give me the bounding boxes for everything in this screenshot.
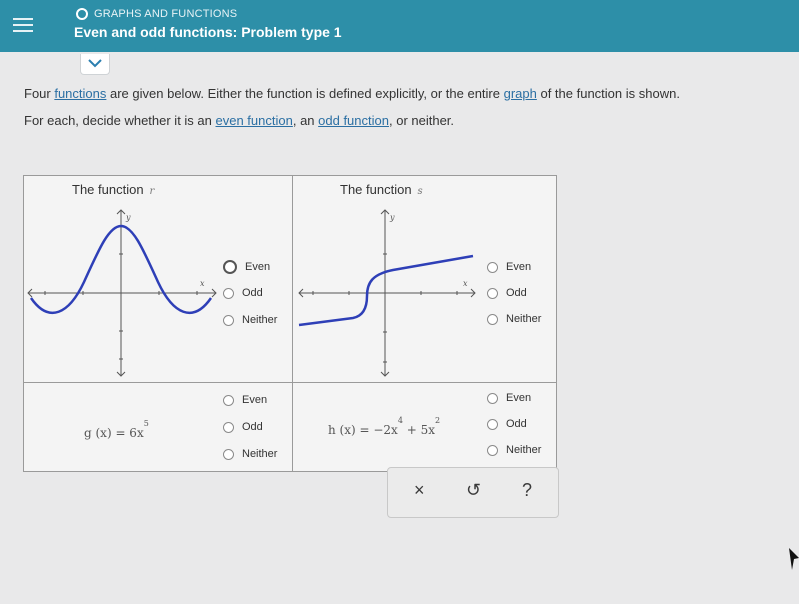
option-r-neither[interactable]: Neither — [223, 314, 277, 326]
formula-g: g (x) = 6x5 — [84, 419, 149, 440]
cell-function-g: g (x) = 6x5 Even Odd Neither — [24, 383, 293, 471]
link-graph[interactable]: graph — [504, 86, 537, 101]
expand-toggle[interactable] — [80, 54, 110, 75]
radio-button[interactable] — [223, 448, 234, 460]
link-odd-function[interactable]: odd function — [318, 113, 389, 128]
svg-text:y: y — [389, 213, 395, 222]
cell-function-r: The function r y x Even Odd Neither — [24, 176, 293, 383]
option-s-odd[interactable]: Odd — [487, 287, 527, 299]
radio-button[interactable] — [223, 421, 234, 433]
radio-button[interactable] — [487, 287, 498, 299]
option-r-even[interactable]: Even — [223, 260, 270, 274]
option-r-odd[interactable]: Odd — [223, 287, 263, 299]
option-g-even[interactable]: Even — [223, 394, 267, 406]
link-functions[interactable]: functions — [54, 86, 106, 101]
close-icon[interactable]: × — [414, 480, 425, 501]
header-bar: GRAPHS AND FUNCTIONS Even and odd functi… — [0, 0, 799, 52]
link-even-function[interactable]: even function — [216, 113, 293, 128]
chevron-down-icon — [88, 59, 102, 68]
help-icon[interactable]: ? — [522, 480, 532, 501]
breadcrumb-label: GRAPHS AND FUNCTIONS — [94, 8, 238, 20]
option-g-odd[interactable]: Odd — [223, 421, 263, 433]
graph-s: y x — [298, 209, 476, 377]
menu-icon[interactable] — [8, 10, 38, 40]
graph-r: y x — [27, 209, 217, 377]
intro-line-1: Four functions are given below. Either t… — [24, 86, 680, 101]
option-g-neither[interactable]: Neither — [223, 448, 277, 460]
radio-button[interactable] — [487, 418, 498, 430]
radio-button[interactable] — [487, 261, 498, 273]
radio-button[interactable] — [223, 287, 234, 299]
option-s-neither[interactable]: Neither — [487, 313, 541, 325]
formula-h: h (x) = −2x4 + 5x2 — [328, 416, 441, 437]
mouse-cursor-icon — [789, 548, 799, 570]
intro-line-2: For each, decide whether it is an even f… — [24, 113, 455, 128]
undo-icon[interactable]: ↺ — [466, 480, 481, 501]
radio-button[interactable] — [223, 394, 234, 406]
cell-function-h: h (x) = −2x4 + 5x2 Even Odd Neither — [293, 383, 556, 471]
option-h-even[interactable]: Even — [487, 392, 531, 404]
cell-function-s: The function s y x Even Odd Neither — [293, 176, 556, 383]
radio-button[interactable] — [223, 314, 234, 326]
cell-title-s: The function s — [340, 182, 423, 197]
cell-title-r: The function r — [72, 182, 155, 197]
option-h-neither[interactable]: Neither — [487, 444, 541, 456]
option-h-odd[interactable]: Odd — [487, 418, 527, 430]
answer-toolbar: × ↺ ? — [387, 467, 559, 518]
breadcrumb: GRAPHS AND FUNCTIONS — [76, 8, 237, 20]
radio-button[interactable] — [223, 260, 237, 274]
radio-button[interactable] — [487, 444, 498, 456]
svg-text:x: x — [200, 279, 205, 288]
answer-grid: The function r y x Even Odd Neither The f… — [23, 175, 557, 472]
option-s-even[interactable]: Even — [487, 261, 531, 273]
progress-ring-icon — [76, 8, 88, 20]
svg-text:x: x — [463, 279, 468, 288]
problem-text: Four functions are given below. Either t… — [24, 80, 794, 134]
page-title: Even and odd functions: Problem type 1 — [74, 24, 342, 40]
svg-text:y: y — [125, 213, 131, 222]
radio-button[interactable] — [487, 313, 498, 325]
radio-button[interactable] — [487, 392, 498, 404]
